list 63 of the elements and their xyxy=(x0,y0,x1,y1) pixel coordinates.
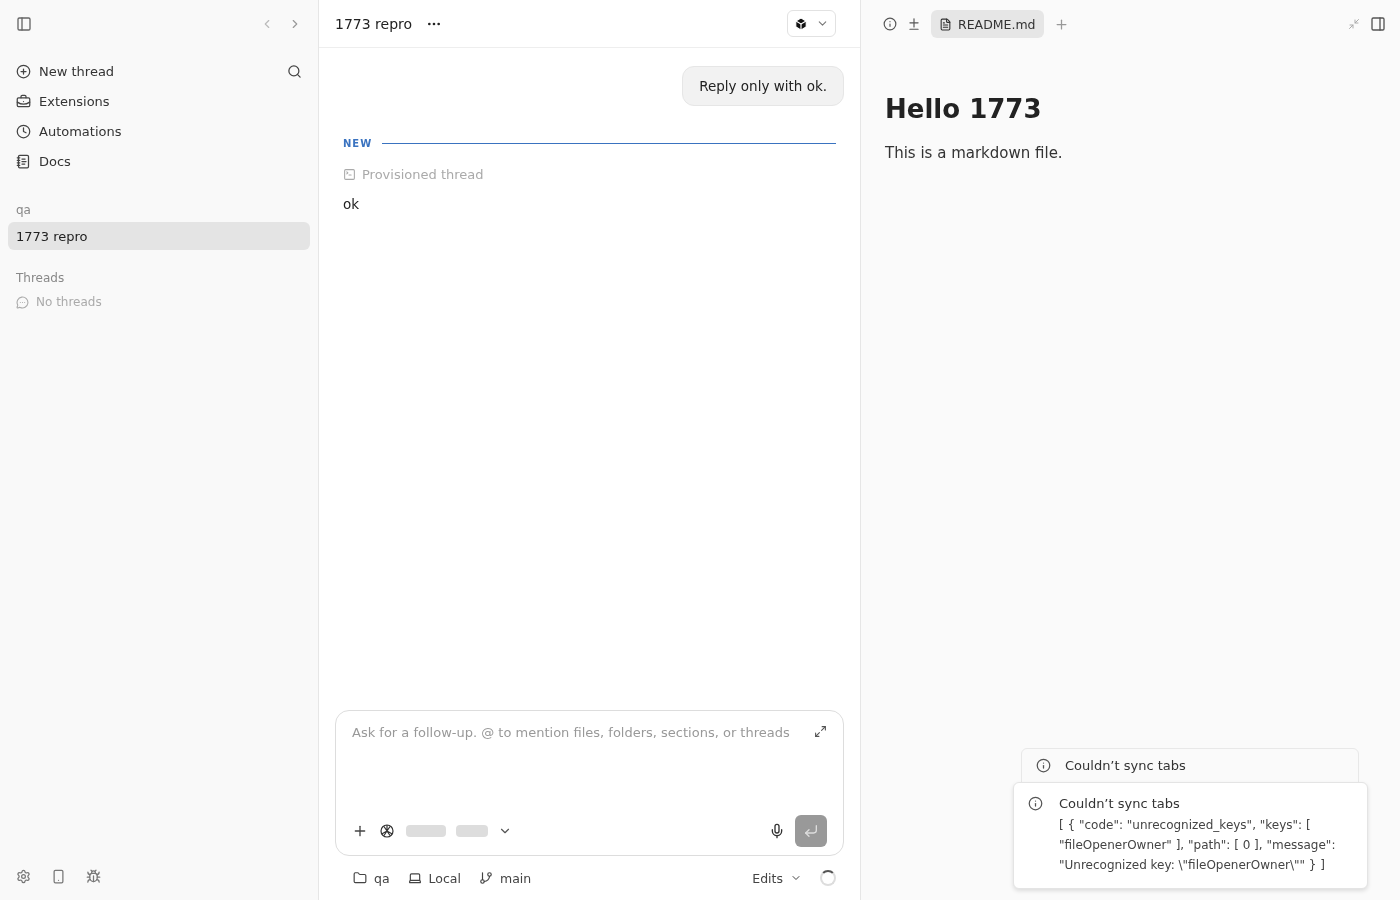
toast-message: [ { "code": "unrecognized_keys", "keys": [ "fileOpenerOwner" ], "path": [ 0 ], "message": "Unrecognized key: \"fileOpenerOwner\"" } ] xyxy=(1059,817,1337,874)
footer-label: Local xyxy=(428,870,461,886)
box-icon xyxy=(794,16,808,31)
edits-label: Edits xyxy=(752,870,783,886)
environment-button[interactable] xyxy=(787,10,836,37)
spinner-icon xyxy=(820,870,836,886)
project-name: qa xyxy=(15,202,32,219)
nav-label: New thread xyxy=(39,63,116,79)
add-tab-icon[interactable] xyxy=(1053,16,1069,32)
info-icon xyxy=(1028,796,1043,811)
nav-label: Extensions xyxy=(39,93,111,109)
file-icon xyxy=(939,17,952,31)
toast-title: Couldn’t sync tabs xyxy=(1065,758,1186,773)
nav-item[interactable]: Docs xyxy=(8,146,310,176)
new-label: NEW xyxy=(343,138,373,149)
footer-label: main xyxy=(500,870,532,886)
terminal-icon xyxy=(343,168,356,181)
chat-icon xyxy=(16,295,29,309)
thread-title: 1773 repro xyxy=(335,15,413,32)
footer-item[interactable]: Local xyxy=(407,870,461,886)
user-message: Reply only with ok. xyxy=(682,66,844,106)
toolbox-icon xyxy=(16,93,31,109)
nav-label: Docs xyxy=(39,153,72,169)
microphone-icon[interactable] xyxy=(769,823,785,839)
document-heading: Hello 1773 xyxy=(885,94,1043,124)
section-heading: Threads xyxy=(15,270,66,287)
notebook-icon xyxy=(16,153,31,169)
add-icon[interactable] xyxy=(352,823,368,839)
footer-label: qa xyxy=(374,870,390,886)
status-text: Provisioned thread xyxy=(362,167,484,182)
message-field[interactable]: Ask for a follow-up. @ to mention files, folders, sections, or threads xyxy=(335,710,844,856)
empty-text: No threads xyxy=(36,295,102,309)
diff-icon[interactable] xyxy=(907,17,921,31)
settings-icon[interactable] xyxy=(16,868,31,884)
search-icon[interactable] xyxy=(287,63,302,79)
toast-title: Couldn’t sync tabs xyxy=(1059,796,1181,811)
new-thread-icon xyxy=(16,63,31,79)
branch-icon xyxy=(479,871,493,885)
enter-icon xyxy=(803,823,819,839)
loading-placeholder xyxy=(456,825,488,837)
thread-item[interactable]: 1773 repro xyxy=(8,222,310,250)
footer-item[interactable]: main xyxy=(479,870,532,886)
clock-icon xyxy=(16,123,31,139)
expand-icon[interactable] xyxy=(814,725,827,738)
footer-item[interactable]: qa xyxy=(353,870,390,886)
info-icon xyxy=(1036,758,1051,773)
nav-item[interactable]: Extensions xyxy=(8,86,310,116)
edits-dropdown[interactable]: Edits xyxy=(752,870,802,886)
nav-label: Automations xyxy=(39,123,123,139)
loading-placeholder xyxy=(406,825,446,837)
panel-toggle-icon[interactable] xyxy=(1370,16,1386,32)
send-button[interactable] xyxy=(795,815,827,847)
sidebar-toggle-icon[interactable] xyxy=(16,16,32,32)
info-icon[interactable] xyxy=(883,17,897,31)
laptop-icon xyxy=(407,871,422,885)
bug-icon[interactable] xyxy=(86,868,101,884)
file-tab[interactable]: README.md xyxy=(931,10,1044,38)
nav-item[interactable]: New thread xyxy=(8,56,310,86)
document-paragraph: This is a markdown file. xyxy=(885,144,1064,162)
folder-icon xyxy=(353,871,367,885)
assistant-reply: ok xyxy=(343,196,361,212)
phone-icon[interactable] xyxy=(51,868,66,884)
nav-item[interactable]: Automations xyxy=(8,116,310,146)
